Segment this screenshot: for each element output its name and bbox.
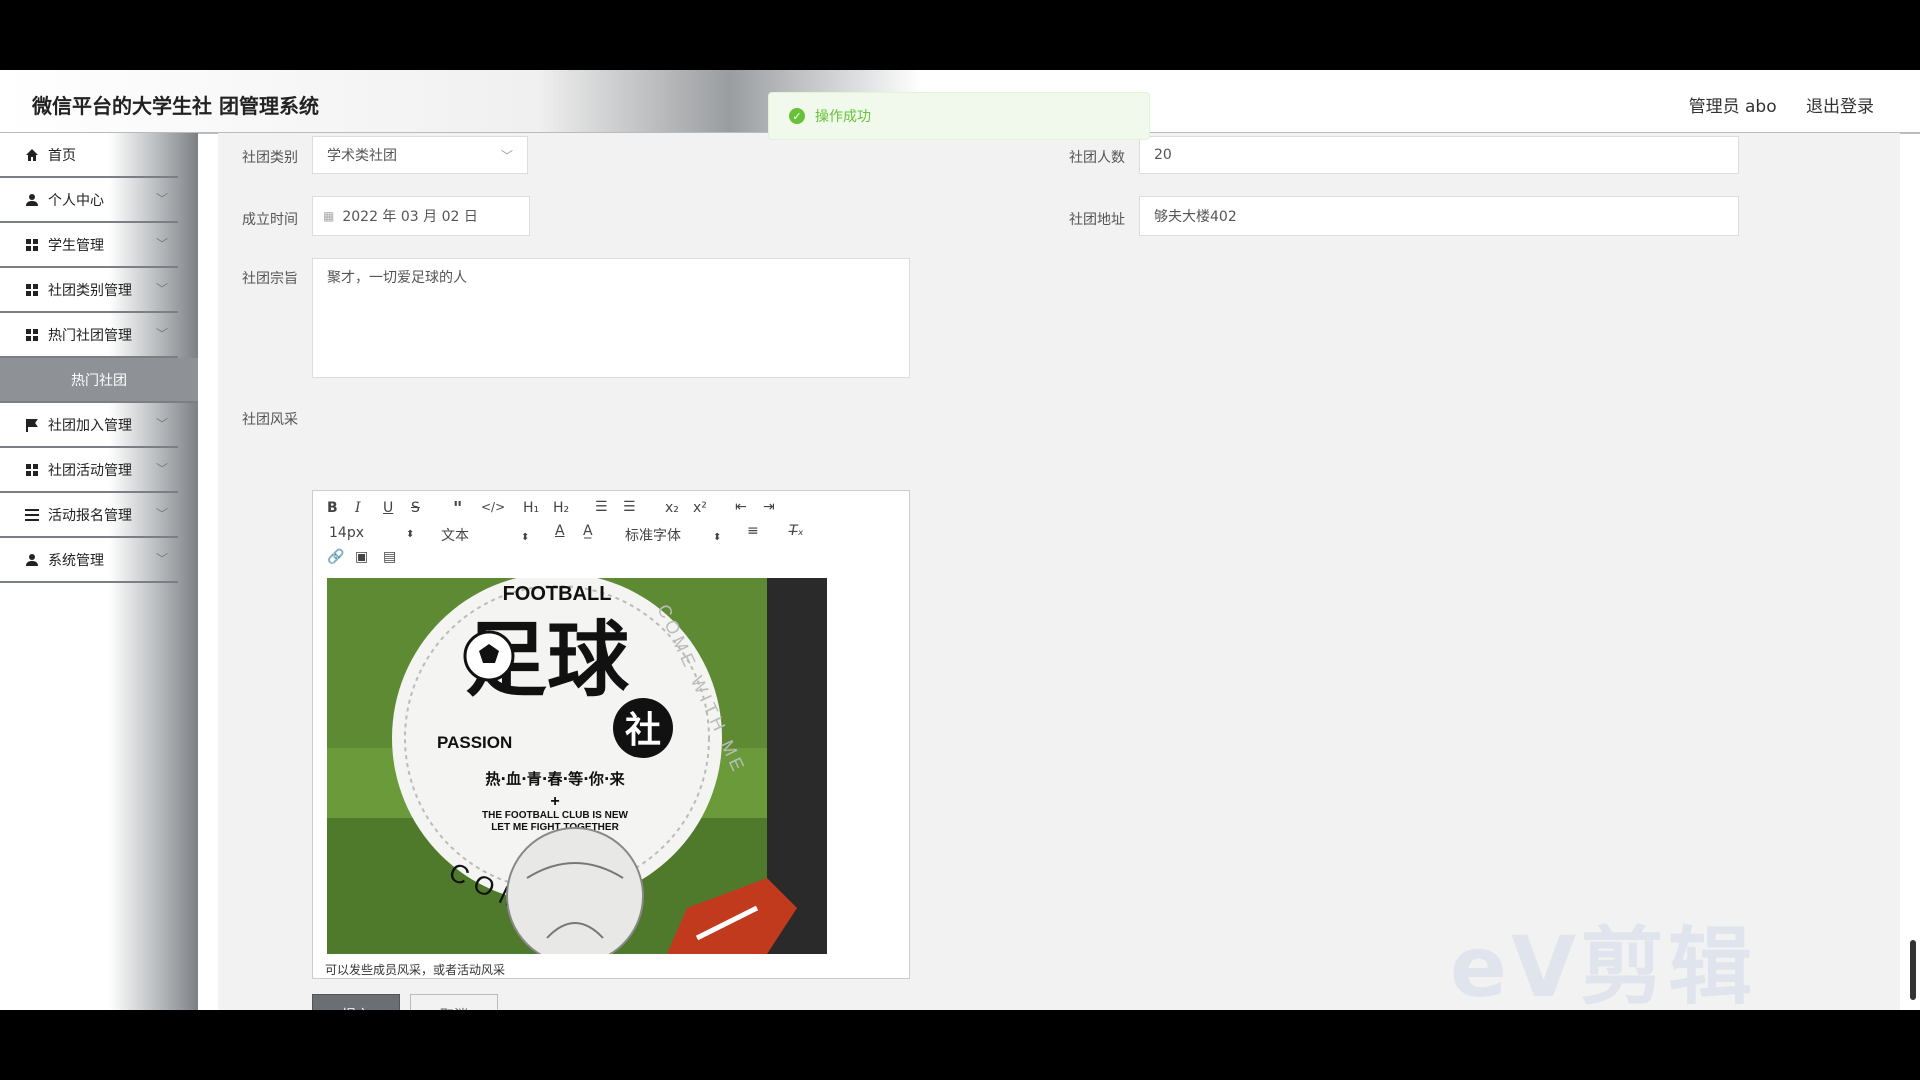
chevron-down-icon: ﹀	[500, 148, 513, 163]
chevron-down-icon: ﹀	[155, 327, 168, 341]
chevron-down-icon: ﹀	[155, 462, 168, 476]
italic-button[interactable]: I	[355, 500, 361, 516]
home-icon	[24, 147, 40, 163]
ordered-list-icon[interactable]: ☰	[595, 499, 608, 515]
grid-icon	[24, 282, 40, 298]
editor-content[interactable]: FOOTBALL 足球 社 PASSION 热·血·青·春·等·你·来 + TH…	[312, 577, 910, 979]
editor-toolbar: B I U S " </> H₁ H₂ ☰ ☰ x₂ x² ⇤ ⇥ 14px ⬍ …	[312, 490, 910, 578]
chevron-down-icon: ﹀	[155, 192, 168, 206]
sidebar-item-category[interactable]: 社团类别管理 ﹀	[0, 268, 178, 313]
logout-link[interactable]: 退出登录	[1806, 97, 1874, 117]
outdent-icon[interactable]: ⇤	[735, 499, 747, 515]
founded-label: 成立时间	[242, 212, 298, 228]
members-label: 社团人数	[1069, 150, 1125, 166]
sidebar-item-signup[interactable]: 活动报名管理 ﹀	[0, 493, 178, 538]
check-icon: ✓	[789, 108, 805, 124]
align-icon[interactable]: ≡	[747, 523, 759, 539]
sidebar-item-profile[interactable]: 个人中心 ﹀	[0, 178, 178, 223]
quote-icon[interactable]: "	[453, 498, 462, 519]
cancel-button[interactable]: 取消	[410, 994, 498, 1010]
chevron-down-icon: ﹀	[155, 237, 168, 251]
sidebar-item-system[interactable]: 系统管理 ﹀	[0, 538, 178, 583]
h2-button[interactable]: H₂	[553, 500, 569, 516]
flag-icon	[24, 417, 40, 433]
code-icon[interactable]: </>	[481, 500, 505, 514]
background-color-icon[interactable]: A̲	[583, 523, 593, 539]
sidebar-item-hot-clubs-admin[interactable]: 热门社团管理 ﹀	[0, 313, 178, 358]
grid-icon	[24, 327, 40, 343]
address-input[interactable]: 够夫大楼402	[1139, 196, 1739, 236]
app-window: 微信平台的大学生社 团管理系统 管理员 abo 退出登录 首页 个人中心 ﹀ 学生…	[0, 70, 1920, 1010]
block-format-select[interactable]: 文本 ⬍	[441, 525, 529, 545]
sidebar-item-home[interactable]: 首页	[0, 133, 178, 178]
grid-icon	[24, 237, 40, 253]
chevron-down-icon: ﹀	[155, 417, 168, 431]
user-icon	[24, 192, 40, 208]
top-right-bar: 管理员 abo 退出登录	[1665, 92, 1874, 117]
purpose-label: 社团宗旨	[242, 271, 298, 287]
svg-text:THE FOOTBALL CLUB IS NEW: THE FOOTBALL CLUB IS NEW	[482, 810, 628, 821]
football-poster-image: FOOTBALL 足球 社 PASSION 热·血·青·春·等·你·来 + TH…	[327, 578, 827, 954]
calendar-icon: ▦	[323, 209, 335, 223]
h1-button[interactable]: H₁	[523, 500, 539, 516]
submit-button[interactable]: 提交	[312, 994, 400, 1010]
poster-slogan: 热·血·青·春·等·你·来	[485, 770, 625, 788]
success-toast: ✓ 操作成功	[768, 92, 1150, 140]
subscript-button[interactable]: x₂	[665, 500, 679, 516]
chevron-down-icon: ﹀	[155, 282, 168, 296]
bold-button[interactable]: B	[327, 500, 338, 516]
founded-date-picker[interactable]: ▦ 2022 年 03 月 02 日	[312, 196, 530, 236]
editor-caption: 可以发些成员风采，或者活动风采	[325, 963, 506, 977]
chevron-down-icon: ﹀	[155, 552, 168, 566]
sidebar: 首页 个人中心 ﹀ 学生管理 ﹀ 社团类别管理 ﹀ 热门社团管理 ﹀ 热门社团 社团加入…	[0, 133, 198, 1010]
font-family-select[interactable]: 标准字体 ⬍	[625, 525, 721, 545]
user-icon	[24, 552, 40, 568]
superscript-button[interactable]: x²	[693, 500, 707, 516]
category-label: 社团类别	[242, 150, 298, 166]
video-icon[interactable]: ▤	[383, 549, 396, 565]
sidebar-subitem-hot-clubs[interactable]: 热门社团	[0, 358, 198, 403]
current-user: 管理员 abo	[1688, 97, 1777, 117]
font-size-select[interactable]: 14px ⬍	[329, 525, 414, 541]
chevron-down-icon: ﹀	[155, 507, 168, 521]
strike-button[interactable]: S	[411, 500, 420, 516]
app-title: 微信平台的大学生社 团管理系统	[32, 94, 319, 118]
indent-icon[interactable]: ⇥	[763, 499, 775, 515]
font-color-icon[interactable]: A	[555, 523, 565, 539]
category-select[interactable]: 学术类社团 ﹀	[312, 136, 528, 174]
address-label: 社团地址	[1069, 212, 1125, 228]
ev-watermark: eV剪辑	[1450, 918, 1756, 1010]
clear-format-icon[interactable]: T̶ₓ	[789, 523, 804, 539]
bullet-list-icon[interactable]: ☰	[623, 499, 636, 515]
grid-icon	[24, 462, 40, 478]
poster-she-text: 社	[625, 710, 661, 751]
svg-text:+: +	[550, 793, 559, 810]
poster-passion-text: PASSION	[437, 733, 512, 752]
image-icon[interactable]: ▣	[355, 549, 368, 565]
sidebar-item-join[interactable]: 社团加入管理 ﹀	[0, 403, 178, 448]
soccer-ball-image	[506, 827, 644, 954]
scrollbar[interactable]	[1910, 940, 1916, 1000]
link-icon[interactable]: 🔗	[327, 549, 344, 565]
list-icon	[24, 507, 40, 523]
underline-button[interactable]: U	[383, 500, 393, 516]
purpose-textarea[interactable]: 聚才，一切爱足球的人	[312, 258, 910, 378]
poster-top-text: FOOTBALL	[503, 583, 612, 605]
members-input[interactable]: 20	[1139, 136, 1739, 174]
sidebar-item-activities[interactable]: 社团活动管理 ﹀	[0, 448, 178, 493]
style-label: 社团风采	[242, 412, 298, 428]
sidebar-item-students[interactable]: 学生管理 ﹀	[0, 223, 178, 268]
